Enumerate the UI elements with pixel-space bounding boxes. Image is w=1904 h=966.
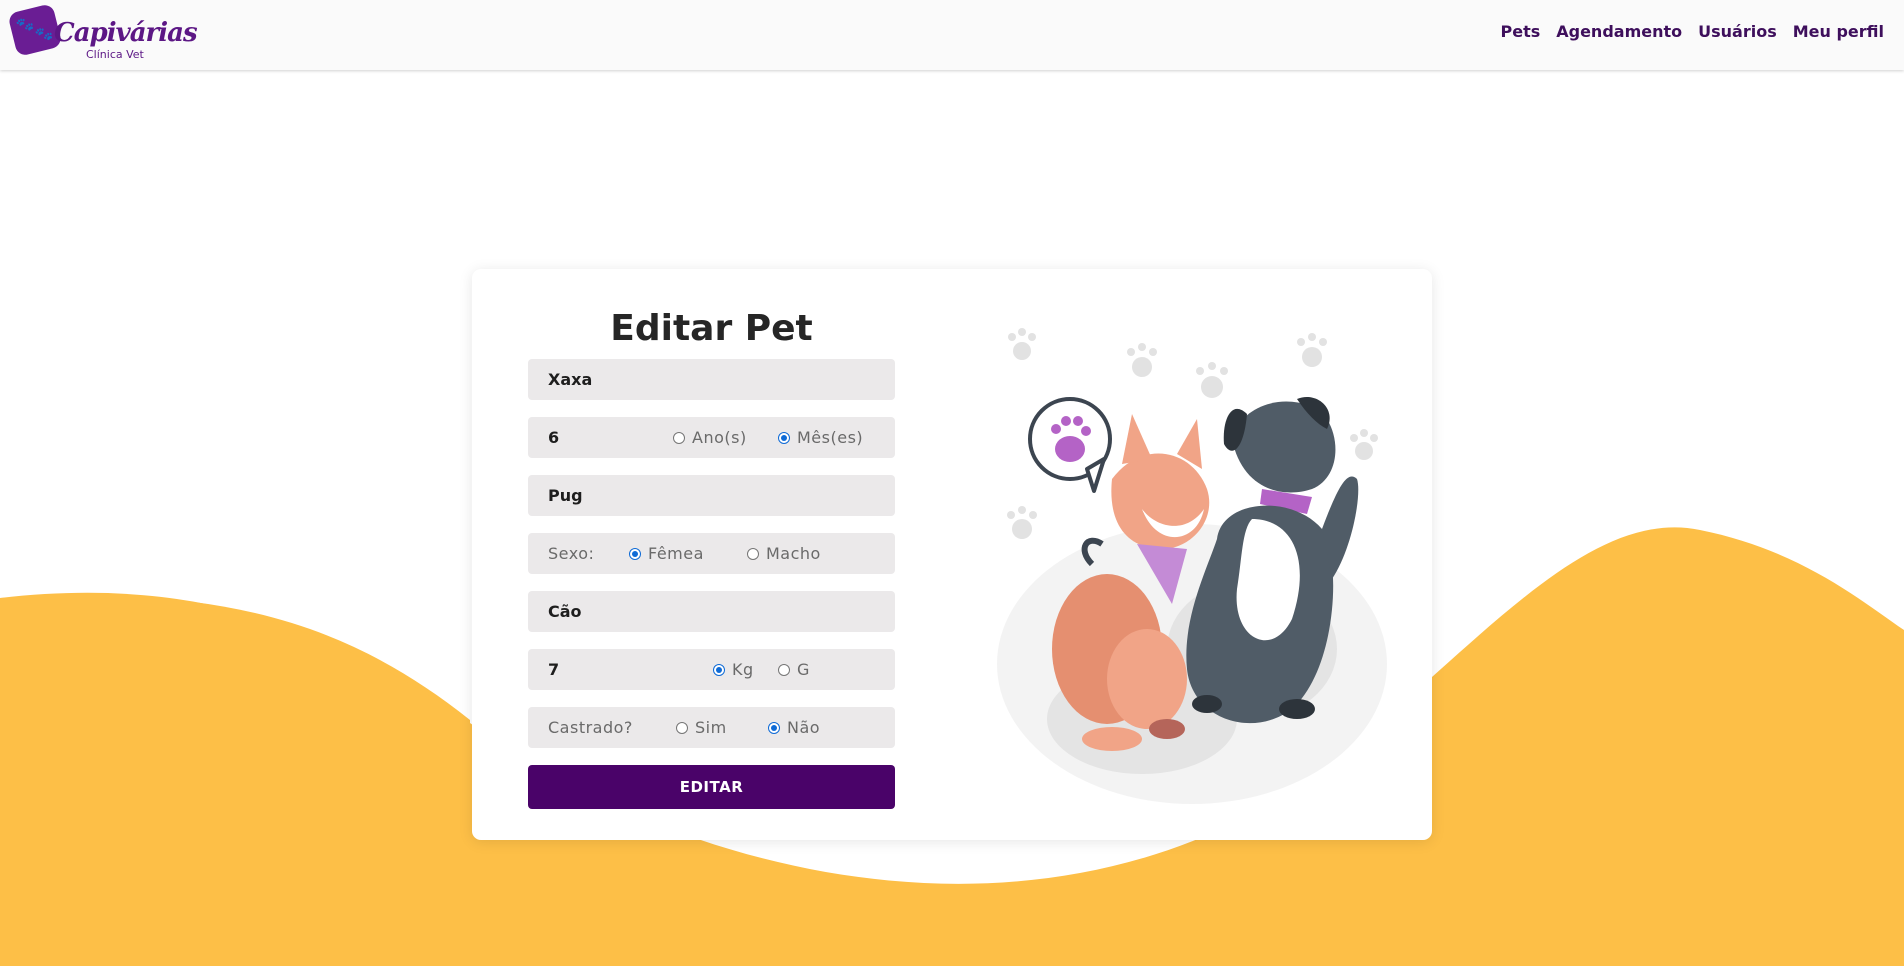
logo-subtitle: Clínica Vet bbox=[86, 48, 144, 61]
pet-name-field[interactable] bbox=[528, 359, 895, 400]
pet-weight-field: Kg G bbox=[528, 649, 895, 690]
navbar: 🐾 🐾 Capivárias Clínica Vet Pets Agendame… bbox=[0, 0, 1904, 70]
weight-unit-g[interactable]: G bbox=[778, 660, 810, 679]
nav-meu-perfil[interactable]: Meu perfil bbox=[1793, 22, 1884, 41]
age-unit-months[interactable]: Mês(es) bbox=[778, 428, 863, 447]
age-years-label: Ano(s) bbox=[692, 428, 747, 447]
age-months-radio[interactable] bbox=[778, 431, 790, 444]
nav-links: Pets Agendamento Usuários Meu perfil bbox=[1500, 22, 1884, 41]
weight-g-radio[interactable] bbox=[778, 663, 790, 676]
age-months-label: Mês(es) bbox=[797, 428, 864, 447]
sex-male-option[interactable]: Macho bbox=[747, 544, 821, 563]
weight-unit-kg[interactable]: Kg bbox=[713, 660, 754, 679]
age-unit-years[interactable]: Ano(s) bbox=[673, 428, 747, 447]
form-title: Editar Pet bbox=[610, 308, 813, 349]
sex-male-radio[interactable] bbox=[747, 547, 759, 560]
sex-male-label: Macho bbox=[766, 544, 821, 563]
pet-sex-field: Sexo: Fêmea Macho bbox=[528, 533, 895, 574]
neutered-no-label: Não bbox=[787, 718, 821, 737]
sex-female-label: Fêmea bbox=[648, 544, 704, 563]
pet-name-input[interactable] bbox=[528, 359, 895, 400]
sex-female-radio[interactable] bbox=[629, 547, 641, 560]
pet-breed-input[interactable] bbox=[528, 475, 895, 516]
pet-species-field[interactable] bbox=[528, 591, 895, 632]
pet-species-input[interactable] bbox=[528, 591, 895, 632]
sex-label: Sexo: bbox=[548, 544, 595, 563]
neutered-yes-label: Sim bbox=[695, 718, 727, 737]
pet-age-field: Ano(s) Mês(es) bbox=[528, 417, 895, 458]
logo-title: Capivárias bbox=[54, 18, 198, 48]
edit-pet-card: Editar Pet Ano(s) Mês(es) Sexo: Fêmea bbox=[472, 269, 1432, 840]
neutered-no-radio[interactable] bbox=[768, 721, 780, 734]
age-years-radio[interactable] bbox=[673, 431, 685, 444]
neutered-no-option[interactable]: Não bbox=[768, 718, 820, 737]
nav-pets[interactable]: Pets bbox=[1500, 22, 1540, 41]
neutered-yes-radio[interactable] bbox=[676, 721, 688, 734]
weight-kg-label: Kg bbox=[732, 660, 754, 679]
dogs-illustration bbox=[997, 328, 1387, 804]
edit-pet-form: Editar Pet Ano(s) Mês(es) Sexo: Fêmea bbox=[528, 299, 895, 809]
neutered-label: Castrado? bbox=[548, 718, 633, 737]
weight-g-label: G bbox=[797, 660, 810, 679]
edit-submit-button[interactable]: EDITAR bbox=[528, 765, 895, 809]
pet-age-input[interactable] bbox=[528, 417, 658, 458]
nav-agendamento[interactable]: Agendamento bbox=[1556, 22, 1682, 41]
pet-weight-input[interactable] bbox=[528, 649, 698, 690]
pet-neutered-field: Castrado? Sim Não bbox=[528, 707, 895, 748]
logo[interactable]: 🐾 🐾 Capivárias Clínica Vet bbox=[7, 3, 198, 64]
weight-kg-radio[interactable] bbox=[713, 663, 725, 676]
pet-breed-field[interactable] bbox=[528, 475, 895, 516]
nav-usuarios[interactable]: Usuários bbox=[1698, 22, 1777, 41]
neutered-yes-option[interactable]: Sim bbox=[676, 718, 727, 737]
sex-female-option[interactable]: Fêmea bbox=[629, 544, 704, 563]
